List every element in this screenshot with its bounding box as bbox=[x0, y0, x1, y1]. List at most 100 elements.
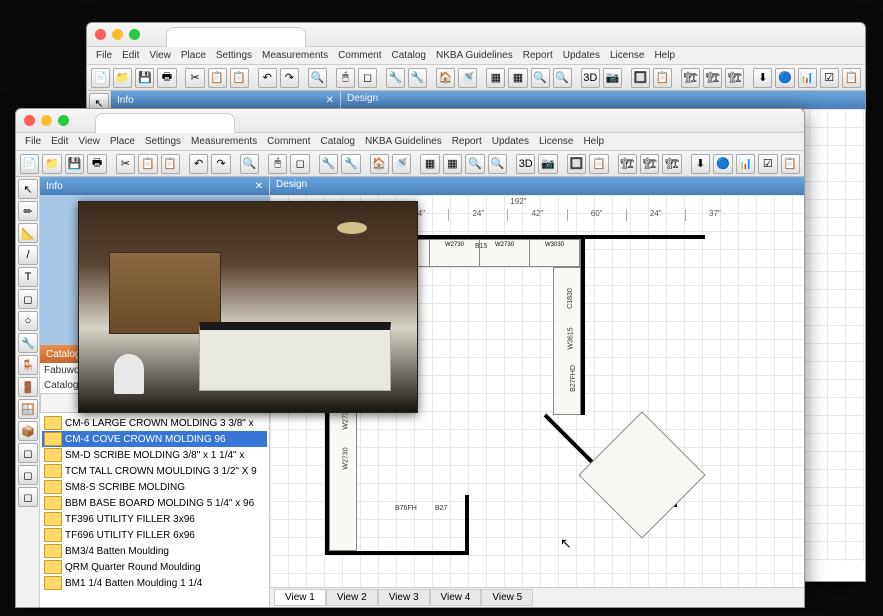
menu-catalog[interactable]: Catalog bbox=[387, 50, 431, 61]
view-tab-1[interactable]: View 1 bbox=[274, 589, 326, 606]
tool-button-11[interactable]: 📦 bbox=[18, 421, 38, 441]
toolbar-button-1[interactable]: 📁 bbox=[42, 154, 61, 174]
tool-button-13[interactable]: ◻ bbox=[18, 465, 38, 485]
tool-button-6[interactable]: ○ bbox=[18, 311, 38, 331]
menu-help[interactable]: Help bbox=[649, 50, 680, 61]
toolbar-button-38[interactable]: ⬇ bbox=[691, 154, 710, 174]
menu-updates[interactable]: Updates bbox=[487, 136, 534, 147]
catalog-item[interactable]: QRM Quarter Round Moulding bbox=[42, 559, 267, 575]
menu-place[interactable]: Place bbox=[105, 136, 140, 147]
toolbar-button-38[interactable]: ⬇ bbox=[753, 68, 772, 88]
toolbar-button-23[interactable]: ▦ bbox=[420, 154, 439, 174]
close-icon[interactable] bbox=[95, 29, 106, 40]
tool-button-1[interactable]: ✏ bbox=[18, 201, 38, 221]
toolbar-button-0[interactable]: 📄 bbox=[20, 154, 39, 174]
view-tab-2[interactable]: View 2 bbox=[326, 589, 378, 606]
close-panel-icon[interactable]: ✕ bbox=[326, 95, 334, 106]
tool-button-0[interactable]: ↖ bbox=[18, 179, 38, 199]
menu-help[interactable]: Help bbox=[578, 136, 609, 147]
cabinet[interactable]: W3030 bbox=[530, 240, 580, 266]
view-tab-3[interactable]: View 3 bbox=[378, 589, 430, 606]
catalog-item[interactable]: TF696 UTILITY FILLER 6x96 bbox=[42, 527, 267, 543]
toolbar-button-15[interactable]: ◻ bbox=[358, 68, 377, 88]
toolbar-button-28[interactable]: 3D bbox=[581, 68, 600, 88]
browser-tab[interactable] bbox=[166, 27, 306, 47]
view-tabs[interactable]: View 1View 2View 3View 4View 5 bbox=[270, 587, 804, 607]
catalog-item[interactable]: TCM TALL CROWN MOULDING 3 1/2" X 9 bbox=[42, 463, 267, 479]
toolbar-button-14[interactable]: 🖱 bbox=[268, 154, 287, 174]
menu-nkba-guidelines[interactable]: NKBA Guidelines bbox=[360, 136, 447, 147]
toolbar-button-32[interactable]: 📋 bbox=[653, 68, 672, 88]
toolbar-button-29[interactable]: 📷 bbox=[538, 154, 557, 174]
menu-measurements[interactable]: Measurements bbox=[257, 50, 333, 61]
menu-settings[interactable]: Settings bbox=[140, 136, 186, 147]
close-icon[interactable] bbox=[24, 115, 35, 126]
toolbar-button-39[interactable]: 🔵 bbox=[775, 68, 794, 88]
toolbar-button-25[interactable]: 🔍 bbox=[531, 68, 550, 88]
toolbar-button-31[interactable]: 🔲 bbox=[567, 154, 586, 174]
toolbar-button-25[interactable]: 🔍 bbox=[465, 154, 484, 174]
tool-button-4[interactable]: T bbox=[18, 267, 38, 287]
zoom-icon[interactable] bbox=[58, 115, 69, 126]
toolbar-button-3[interactable]: 🖶 bbox=[87, 154, 106, 174]
menu-comment[interactable]: Comment bbox=[262, 136, 315, 147]
toolbar-button-21[interactable]: 🚿 bbox=[458, 68, 477, 88]
toolbar-button-18[interactable]: 🔧 bbox=[341, 154, 360, 174]
toolbar-button-26[interactable]: 🔍 bbox=[553, 68, 572, 88]
toolbar-button-32[interactable]: 📋 bbox=[589, 154, 608, 174]
cabinet[interactable]: W2730 bbox=[480, 240, 530, 266]
catalog-tree[interactable]: CM-6 LARGE CROWN MOLDING 3 3/8" xCM-4 CO… bbox=[40, 413, 269, 593]
minimize-icon[interactable] bbox=[112, 29, 123, 40]
menu-license[interactable]: License bbox=[534, 136, 578, 147]
toolbar-button-31[interactable]: 🔲 bbox=[631, 68, 650, 88]
menu-file[interactable]: File bbox=[91, 50, 117, 61]
toolbar-button-41[interactable]: ☑ bbox=[758, 154, 777, 174]
toolbar-button-21[interactable]: 🚿 bbox=[392, 154, 411, 174]
menu-report[interactable]: Report bbox=[447, 136, 487, 147]
toolbar-button-29[interactable]: 📷 bbox=[603, 68, 622, 88]
minimize-icon[interactable] bbox=[41, 115, 52, 126]
menu-measurements[interactable]: Measurements bbox=[186, 136, 262, 147]
catalog-item[interactable]: SM-D SCRIBE MOLDING 3/8" x 1 1/4" x bbox=[42, 447, 267, 463]
toolbar-button-5[interactable]: ✂ bbox=[185, 68, 204, 88]
view-tab-5[interactable]: View 5 bbox=[481, 589, 533, 606]
toolbar-button-34[interactable]: 🏗 bbox=[618, 154, 637, 174]
menu-report[interactable]: Report bbox=[518, 50, 558, 61]
catalog-item[interactable]: CM-6 LARGE CROWN MOLDING 3 3/8" x bbox=[42, 415, 267, 431]
toolbar-button-42[interactable]: 📋 bbox=[781, 154, 800, 174]
toolbar-button-26[interactable]: 🔍 bbox=[488, 154, 507, 174]
toolbar-button-6[interactable]: 📋 bbox=[138, 154, 157, 174]
tool-button-5[interactable]: ◻ bbox=[18, 289, 38, 309]
menu-place[interactable]: Place bbox=[176, 50, 211, 61]
toolbar-button-24[interactable]: ▦ bbox=[508, 68, 527, 88]
toolbar-button-40[interactable]: 📊 bbox=[798, 68, 817, 88]
toolbar-button-14[interactable]: 🖱 bbox=[336, 68, 355, 88]
toolbar-button-20[interactable]: 🏠 bbox=[370, 154, 389, 174]
toolbar-button-15[interactable]: ◻ bbox=[290, 154, 309, 174]
menu-catalog[interactable]: Catalog bbox=[316, 136, 360, 147]
menu-updates[interactable]: Updates bbox=[558, 50, 605, 61]
menu-edit[interactable]: Edit bbox=[46, 136, 73, 147]
toolbar-button-28[interactable]: 3D bbox=[516, 154, 535, 174]
toolbar-button-17[interactable]: 🔧 bbox=[386, 68, 405, 88]
left-toolbar-front[interactable]: ↖✏📐/T◻○🔧🪑🚪🪟📦◻◻◻ bbox=[16, 177, 40, 607]
catalog-item[interactable]: CM-4 COVE CROWN MOLDING 96 bbox=[42, 431, 267, 447]
tool-button-10[interactable]: 🪟 bbox=[18, 399, 38, 419]
browser-tab[interactable] bbox=[95, 113, 235, 133]
toolbar-button-23[interactable]: ▦ bbox=[486, 68, 505, 88]
toolbar-button-20[interactable]: 🏠 bbox=[436, 68, 455, 88]
toolbar-button-39[interactable]: 🔵 bbox=[713, 154, 732, 174]
toolbar-button-6[interactable]: 📋 bbox=[208, 68, 227, 88]
menu-comment[interactable]: Comment bbox=[333, 50, 386, 61]
toolbar-button-2[interactable]: 💾 bbox=[135, 68, 154, 88]
toolbar-button-35[interactable]: 🏗 bbox=[703, 68, 722, 88]
toolbar-button-36[interactable]: 🏗 bbox=[662, 154, 681, 174]
menu-view[interactable]: View bbox=[144, 50, 176, 61]
toolbar-button-12[interactable]: 🔍 bbox=[308, 68, 327, 88]
toolbar-button-34[interactable]: 🏗 bbox=[681, 68, 700, 88]
catalog-item[interactable]: BBM BASE BOARD MOLDING 5 1/4" x 96 bbox=[42, 495, 267, 511]
menu-edit[interactable]: Edit bbox=[117, 50, 144, 61]
toolbar-button-10[interactable]: ↷ bbox=[280, 68, 299, 88]
tool-button-7[interactable]: 🔧 bbox=[18, 333, 38, 353]
tool-button-3[interactable]: / bbox=[18, 245, 38, 265]
